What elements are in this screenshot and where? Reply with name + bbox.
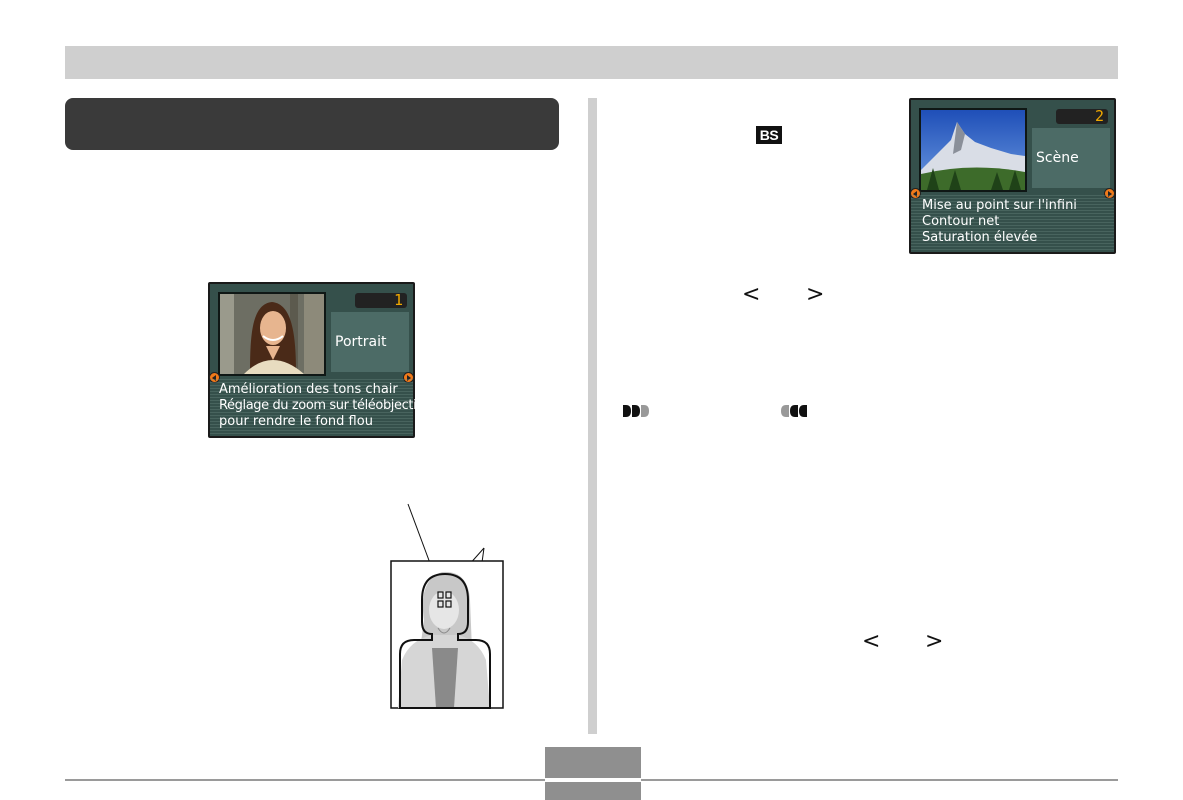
mountain-photo-image: [921, 110, 1025, 190]
bestshot-badge-icon: BS: [756, 126, 782, 144]
description-line: Réglage du zoom sur téléobjectif: [219, 398, 415, 413]
scene-name-label: Portrait: [331, 312, 409, 372]
right-chevron-icon: >: [806, 282, 825, 307]
left-chevron-icon: <: [742, 282, 761, 307]
description-line: Amélioration des tons chair: [219, 382, 398, 397]
column-divider: [588, 98, 597, 734]
scene-number: 2: [1056, 109, 1108, 124]
description-line: Mise au point sur l'infini: [922, 198, 1077, 213]
left-chevron-icon: <: [862, 629, 881, 654]
portrait-scene-screen: 1 Portrait Amélioration des tons chair R…: [208, 282, 415, 438]
description-line: Contour net: [922, 214, 1000, 229]
header-bar: [65, 46, 1118, 79]
portrait-thumbnail: [218, 292, 326, 376]
right-chevron-icon: >: [925, 629, 944, 654]
portrait-photo-image: [220, 294, 324, 374]
landscape-scene-screen: 2 Scène Mise au point sur l'infini Conto…: [909, 98, 1116, 254]
scene-name-label: Scène: [1032, 128, 1110, 188]
landscape-thumbnail: [919, 108, 1027, 192]
description-line: Saturation élevée: [922, 230, 1038, 245]
page-number-tab: [545, 747, 641, 800]
scene-number: 1: [355, 293, 407, 308]
portrait-framing-illustration: [390, 503, 504, 709]
reference-end-marker-icon: [781, 405, 807, 417]
section-title-bar: [65, 98, 559, 150]
reference-start-marker-icon: [623, 405, 649, 417]
description-line: pour rendre le fond flou: [219, 414, 373, 429]
